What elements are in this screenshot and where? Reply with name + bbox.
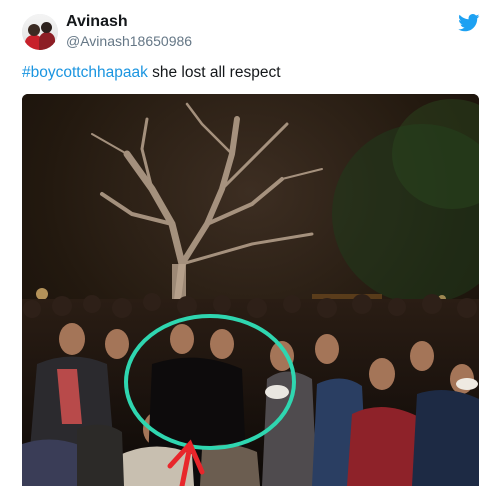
tweet-body: she lost all respect: [147, 64, 281, 81]
hashtag-link[interactable]: #boycottchhapaak: [22, 64, 148, 81]
twitter-bird-icon[interactable]: [458, 14, 480, 32]
author-avatar[interactable]: [22, 14, 58, 50]
tweet-card: Avinash @Avinash18650986 #boycottchhapaa…: [0, 0, 501, 486]
author-handle[interactable]: @Avinash18650986: [66, 32, 192, 50]
tweet-text: #boycottchhapaak she lost all respect: [22, 63, 482, 83]
night-crowd-photo: [22, 94, 479, 486]
author-display-name[interactable]: Avinash: [66, 12, 128, 32]
tweet-photo[interactable]: [22, 94, 479, 486]
